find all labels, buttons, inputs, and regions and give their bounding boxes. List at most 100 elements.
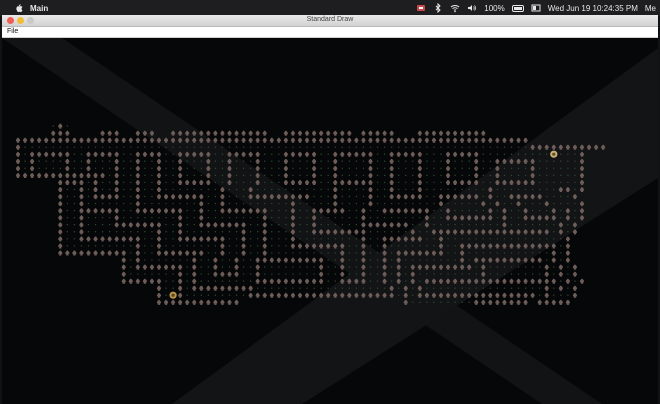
- maze-wall-tile: [121, 257, 126, 263]
- clock-text[interactable]: Wed Jun 19 10:24:35 PM: [548, 4, 638, 13]
- maze-floor-tile: [320, 181, 322, 184]
- maze-floor-tile: [482, 209, 484, 212]
- maze-floor-tile: [214, 146, 217, 148]
- game-canvas[interactable]: [2, 38, 658, 404]
- maze-floor-tile: [186, 294, 188, 296]
- maze-floor-tile: [405, 266, 407, 268]
- maze-floor-tile: [574, 216, 576, 219]
- maze-wall-tile: [290, 236, 296, 242]
- maze-floor-tile: [412, 174, 414, 177]
- maze-wall-tile: [107, 236, 112, 242]
- maze-wall-tile: [220, 208, 225, 214]
- maze-wall-tile: [255, 158, 260, 164]
- file-menu[interactable]: File: [7, 28, 18, 35]
- maze-floor-tile: [355, 160, 358, 162]
- maze-wall-tile: [206, 222, 211, 228]
- maze-wall-tile: [410, 193, 415, 200]
- maze-wall-tile: [340, 151, 345, 157]
- maze-floor-tile: [73, 224, 76, 226]
- maze-floor-tile: [123, 195, 125, 198]
- maze-wall-tile: [248, 130, 253, 136]
- maze-floor-tile: [433, 202, 435, 205]
- maze-floor-tile: [151, 238, 153, 240]
- maze-floor-tile: [440, 153, 442, 155]
- maze-floor-tile: [539, 266, 541, 268]
- maze-wall-tile: [192, 264, 197, 270]
- maze-wall-tile: [389, 236, 394, 242]
- maze-floor-tile: [369, 245, 372, 247]
- wifi-icon[interactable]: [450, 3, 460, 13]
- maze-floor-tile: [242, 181, 245, 184]
- maze-floor-tile: [355, 209, 358, 212]
- maze-floor-tile: [468, 160, 470, 162]
- maze-wall-tile: [283, 172, 288, 178]
- maze-floor-tile: [271, 167, 273, 169]
- volume-icon[interactable]: [467, 3, 477, 13]
- maze-floor-tile: [285, 252, 287, 254]
- maze-floor-tile: [249, 238, 252, 240]
- maze-wall-tile: [340, 208, 345, 214]
- display-icon[interactable]: [531, 3, 541, 13]
- battery-percentage[interactable]: 100%: [484, 4, 504, 13]
- maze-wall-tile: [220, 271, 225, 277]
- maze-floor-tile: [271, 216, 273, 219]
- maze-wall-tile: [114, 165, 119, 171]
- maze-wall-tile: [121, 271, 126, 277]
- maze-wall-tile: [417, 179, 422, 185]
- maze-wall-tile: [213, 271, 218, 277]
- maze-floor-tile: [165, 174, 167, 177]
- maze-floor-tile: [221, 231, 224, 233]
- maze-wall-tile: [107, 137, 112, 143]
- maze-wall-tile: [100, 250, 105, 256]
- maze-wall-tile: [142, 264, 147, 270]
- maze-floor-tile: [264, 160, 266, 162]
- active-app-name[interactable]: Main: [30, 4, 48, 13]
- maze-floor-tile: [482, 238, 484, 240]
- maze-floor-tile: [355, 195, 358, 198]
- maze-floor-tile: [327, 216, 329, 219]
- maze-wall-tile: [100, 151, 105, 157]
- bluetooth-icon[interactable]: [433, 3, 443, 13]
- maze-floor-tile: [264, 167, 266, 169]
- maze-floor-tile: [560, 202, 562, 205]
- maze-floor-tile: [207, 259, 210, 261]
- maze-floor-tile: [433, 153, 435, 155]
- maze-floor-tile: [242, 280, 245, 282]
- maze-floor-tile: [87, 188, 90, 191]
- battery-icon[interactable]: [511, 4, 524, 12]
- maze-wall-tile: [58, 243, 63, 249]
- maze-floor-tile: [348, 160, 351, 162]
- maze-wall-tile: [79, 250, 84, 256]
- maze-floor-tile: [242, 266, 245, 268]
- maze-floor-tile: [228, 245, 231, 247]
- maze-wall-tile: [206, 130, 211, 136]
- window-title-bar[interactable]: Standard Draw: [2, 15, 658, 27]
- maze-floor-tile: [341, 188, 343, 191]
- maze-floor-tile: [45, 160, 47, 162]
- maze-wall-tile: [396, 151, 401, 157]
- maze-wall-tile: [135, 250, 140, 256]
- maze-floor-tile: [348, 266, 351, 268]
- maze-wall-tile: [537, 299, 542, 305]
- maze-floor-tile: [468, 287, 470, 289]
- user-badge-icon[interactable]: [416, 3, 426, 13]
- maze-floor-tile: [405, 174, 407, 177]
- maze-floor-tile: [193, 146, 195, 148]
- maze-floor-tile: [214, 181, 217, 184]
- maze-floor-tile: [348, 146, 351, 148]
- maze-wall-tile: [206, 236, 211, 242]
- maze-floor-tile: [376, 266, 379, 268]
- maze-wall-tile: [86, 236, 91, 242]
- maze-floor-tile: [539, 238, 541, 240]
- maze-floor-tile: [362, 167, 365, 169]
- maze-floor-tile: [447, 287, 449, 289]
- maze-floor-tile: [447, 188, 449, 191]
- maze-floor-tile: [144, 259, 146, 261]
- maze-floor-tile: [412, 224, 414, 226]
- maze-wall-tile: [199, 200, 204, 207]
- maze-floor-tile: [341, 174, 343, 177]
- maze-floor-tile: [207, 273, 210, 275]
- apple-icon[interactable]: [14, 3, 24, 13]
- user-menu-text[interactable]: Me: [645, 4, 656, 13]
- maze-wall-tile: [523, 278, 528, 284]
